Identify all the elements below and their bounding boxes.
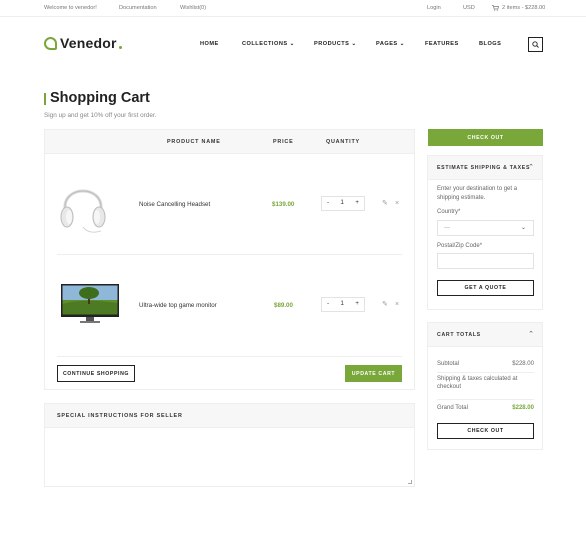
login-link[interactable]: Login: [427, 5, 441, 11]
checkout-button-top[interactable]: CHECK OUT: [428, 129, 543, 146]
column-product-name: PRODUCT NAME: [167, 139, 221, 145]
nav-products-label: PRODUCTS: [314, 41, 350, 47]
nav-collections[interactable]: COLLECTIONS ⌄: [242, 41, 295, 47]
qty-value[interactable]: 1: [340, 300, 344, 307]
monitor-image[interactable]: [61, 284, 119, 324]
chevron-down-icon: ⌄: [399, 41, 405, 47]
special-instructions-textarea[interactable]: [45, 428, 414, 486]
qty-plus-button[interactable]: +: [355, 300, 359, 307]
grand-total-label: Grand Total: [437, 405, 468, 411]
title-accent-bar: [44, 93, 46, 105]
remove-icon[interactable]: ×: [395, 301, 399, 308]
estimate-shipping-header[interactable]: ESTIMATE SHIPPING & TAXES ⌃: [428, 156, 542, 180]
grand-total-value: $228.00: [512, 405, 534, 411]
product-name[interactable]: Ultra-wide top game monitor: [139, 302, 217, 309]
estimate-shipping-panel: ESTIMATE SHIPPING & TAXES ⌃ Enter your d…: [427, 155, 543, 310]
continue-shopping-button[interactable]: CONTINUE SHOPPING: [57, 365, 135, 382]
logo-text: Venedor: [60, 35, 117, 51]
chevron-down-icon: ⌄: [351, 41, 357, 47]
remove-icon[interactable]: ×: [395, 200, 399, 207]
wishlist-link[interactable]: Wishlist(0): [180, 5, 206, 11]
welcome-text: Welcome to venedor!: [44, 5, 97, 11]
special-instructions-title: SPECIAL INSTRUCTIONS FOR SELLER: [57, 413, 183, 419]
country-value: ---: [444, 225, 450, 231]
cart-summary: 2 items - $228.00: [502, 5, 546, 11]
edit-icon[interactable]: ✎: [382, 200, 388, 207]
cart-table-header: PRODUCT NAME PRICE QUANTITY: [45, 130, 414, 154]
chevron-down-icon: ⌄: [289, 41, 295, 47]
nav-home[interactable]: HOME: [200, 41, 219, 47]
special-instructions-header: SPECIAL INSTRUCTIONS FOR SELLER: [45, 404, 414, 428]
subtotal-label: Subtotal: [437, 361, 460, 367]
currency-selector[interactable]: USD: [463, 5, 475, 11]
qty-value[interactable]: 1: [340, 199, 344, 206]
search-button[interactable]: [528, 37, 543, 52]
page-title: Shopping Cart: [50, 90, 150, 106]
quantity-stepper: - 1 +: [321, 297, 365, 312]
resize-handle-icon[interactable]: [408, 480, 412, 484]
grand-total-row: Grand Total $228.00: [437, 405, 534, 411]
estimate-shipping-title: ESTIMATE SHIPPING & TAXES: [437, 165, 531, 171]
nav-collections-label: COLLECTIONS: [242, 41, 288, 47]
page-subtitle: Sign up and get 10% off your first order…: [44, 112, 157, 119]
totals-divider: [437, 372, 534, 373]
subtotal-value: $228.00: [512, 361, 534, 367]
subtotal-row: Subtotal $228.00: [437, 361, 534, 367]
zip-input[interactable]: [437, 253, 534, 269]
mini-cart-link[interactable]: 2 items - $228.00: [492, 5, 545, 11]
nav-pages-label: PAGES: [376, 41, 398, 47]
update-cart-button[interactable]: UPDATE CART: [345, 365, 402, 382]
qty-plus-button[interactable]: +: [355, 199, 359, 206]
qty-minus-button[interactable]: -: [327, 199, 329, 206]
logo-dot-icon: [118, 45, 122, 49]
column-price: PRICE: [273, 139, 294, 145]
chevron-up-icon: ⌃: [528, 164, 534, 171]
nav-features[interactable]: FEATURES: [425, 41, 459, 47]
qty-minus-button[interactable]: -: [327, 300, 329, 307]
shipping-note: Shipping & taxes calculated at checkout: [437, 376, 518, 390]
headphones-image[interactable]: [57, 175, 109, 235]
documentation-link[interactable]: Documentation: [119, 5, 157, 11]
special-instructions-panel: SPECIAL INSTRUCTIONS FOR SELLER: [44, 403, 415, 487]
nav-blogs[interactable]: BLOGS: [479, 41, 501, 47]
search-icon: [532, 41, 539, 48]
cart-table: PRODUCT NAME PRICE QUANTITY Noise Cancel…: [44, 129, 415, 390]
row-divider: [57, 254, 402, 255]
chevron-down-icon: ⌄: [520, 225, 526, 231]
country-label: Country*: [437, 209, 461, 215]
nav-pages[interactable]: PAGES ⌄: [376, 41, 405, 47]
cart-icon: [492, 5, 499, 11]
cart-totals-header[interactable]: CART TOTALS ⌃: [428, 323, 542, 347]
logo-mark-icon: [44, 36, 57, 50]
row-divider: [57, 356, 402, 357]
top-bar: Welcome to venedor! Documentation Wishli…: [0, 0, 586, 17]
product-price: $139.00: [272, 201, 295, 208]
checkout-button-bottom[interactable]: CHECK OUT: [437, 423, 534, 439]
chevron-up-icon: ⌃: [528, 331, 534, 338]
get-quote-button[interactable]: GET A QUOTE: [437, 280, 534, 296]
totals-divider: [437, 399, 534, 400]
cart-totals-title: CART TOTALS: [437, 332, 481, 338]
product-price: $89.00: [274, 302, 293, 309]
column-quantity: QUANTITY: [326, 139, 360, 145]
country-select[interactable]: --- ⌄: [437, 220, 534, 236]
logo[interactable]: Venedor: [44, 35, 122, 51]
quantity-stepper: - 1 +: [321, 196, 365, 211]
zip-label: Postal/Zip Code*: [437, 243, 483, 249]
nav-products[interactable]: PRODUCTS ⌄: [314, 41, 357, 47]
cart-totals-panel: CART TOTALS ⌃ Subtotal $228.00 Shipping …: [427, 322, 543, 450]
product-name[interactable]: Noise Cancelling Headset: [139, 201, 210, 208]
shipping-intro: Enter your destination to get a shipping…: [437, 186, 518, 201]
edit-icon[interactable]: ✎: [382, 301, 388, 308]
